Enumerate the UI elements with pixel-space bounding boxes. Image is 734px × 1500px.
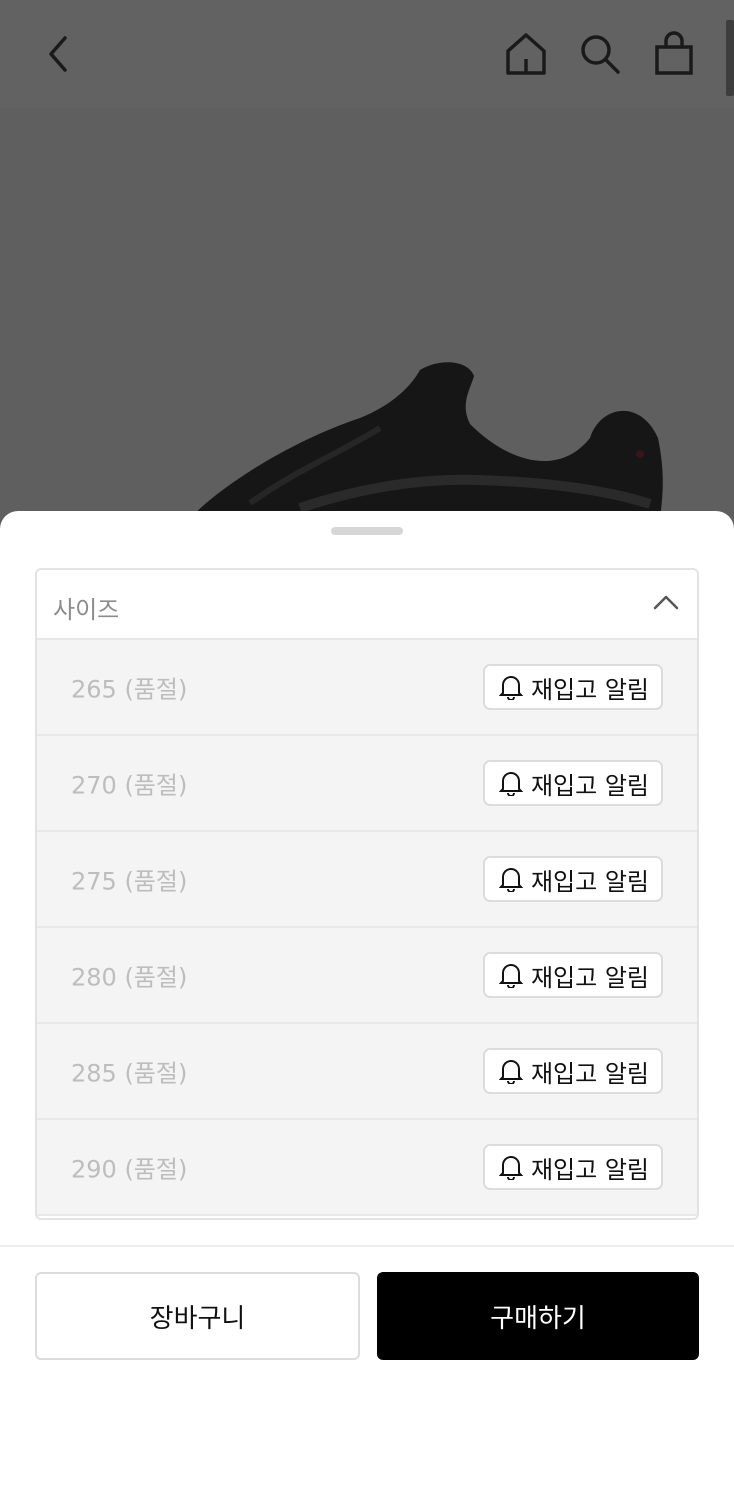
bell-icon [498,676,523,700]
scrollbar[interactable] [726,20,734,96]
search-button[interactable] [576,30,624,78]
bell-icon [498,1060,523,1084]
restock-alert-button[interactable]: 재입고 알림 [482,1144,663,1190]
footer-divider [0,1245,734,1247]
size-select[interactable]: 사이즈 265 (품절) 재입고 알림 270 (품절) 재입고 알림 275 … [35,568,699,1220]
size-option-270[interactable]: 270 (품절) 재입고 알림 [37,736,697,832]
size-option-285[interactable]: 285 (품절) 재입고 알림 [37,1024,697,1120]
bell-icon [498,964,523,988]
size-select-header[interactable]: 사이즈 [37,570,697,640]
home-button[interactable] [502,30,550,78]
size-option-label: 290 (품절) [71,1155,188,1184]
chevron-left-icon [49,36,67,72]
chevron-up-icon[interactable] [653,592,679,612]
size-option-280[interactable]: 280 (품절) 재입고 알림 [37,928,697,1024]
restock-alert-button[interactable]: 재입고 알림 [482,1048,663,1094]
restock-alert-label: 재입고 알림 [530,1155,649,1184]
restock-alert-label: 재입고 알림 [530,963,649,992]
shoe-illustration [190,362,663,518]
size-option-label: 265 (품절) [71,675,188,704]
restock-alert-label: 재입고 알림 [530,1059,649,1088]
back-button[interactable] [34,30,82,78]
size-option-list: 265 (품절) 재입고 알림 270 (품절) 재입고 알림 275 (품절)… [37,640,697,1216]
size-option-label: 275 (품절) [71,867,188,896]
bag-button[interactable] [650,30,698,78]
restock-alert-button[interactable]: 재입고 알림 [482,952,663,998]
bell-icon [498,1156,523,1180]
size-option-275[interactable]: 275 (품절) 재입고 알림 [37,832,697,928]
product-image [0,108,734,528]
size-option-265[interactable]: 265 (품절) 재입고 알림 [37,640,697,736]
home-icon [506,33,546,75]
restock-alert-label: 재입고 알림 [530,867,649,896]
restock-alert-button[interactable]: 재입고 알림 [482,760,663,806]
restock-alert-button[interactable]: 재입고 알림 [482,664,663,710]
size-option-label: 280 (품절) [71,963,188,992]
size-option-290[interactable]: 290 (품절) 재입고 알림 [37,1120,697,1216]
restock-alert-button[interactable]: 재입고 알림 [482,856,663,902]
add-to-cart-button[interactable]: 장바구니 [35,1272,360,1360]
bag-icon [655,31,693,75]
bell-icon [498,868,523,892]
sheet-drag-handle[interactable] [331,527,403,535]
top-navbar [0,0,734,108]
size-option-label: 285 (품절) [71,1059,188,1088]
bell-icon [498,772,523,796]
restock-alert-label: 재입고 알림 [530,771,649,800]
restock-alert-label: 재입고 알림 [530,675,649,704]
size-option-label: 270 (품절) [71,771,188,800]
search-icon [581,35,620,74]
size-select-label: 사이즈 [53,596,120,624]
buy-now-button[interactable]: 구매하기 [377,1272,699,1360]
option-bottom-sheet: 사이즈 265 (품절) 재입고 알림 270 (품절) 재입고 알림 275 … [0,511,734,1500]
